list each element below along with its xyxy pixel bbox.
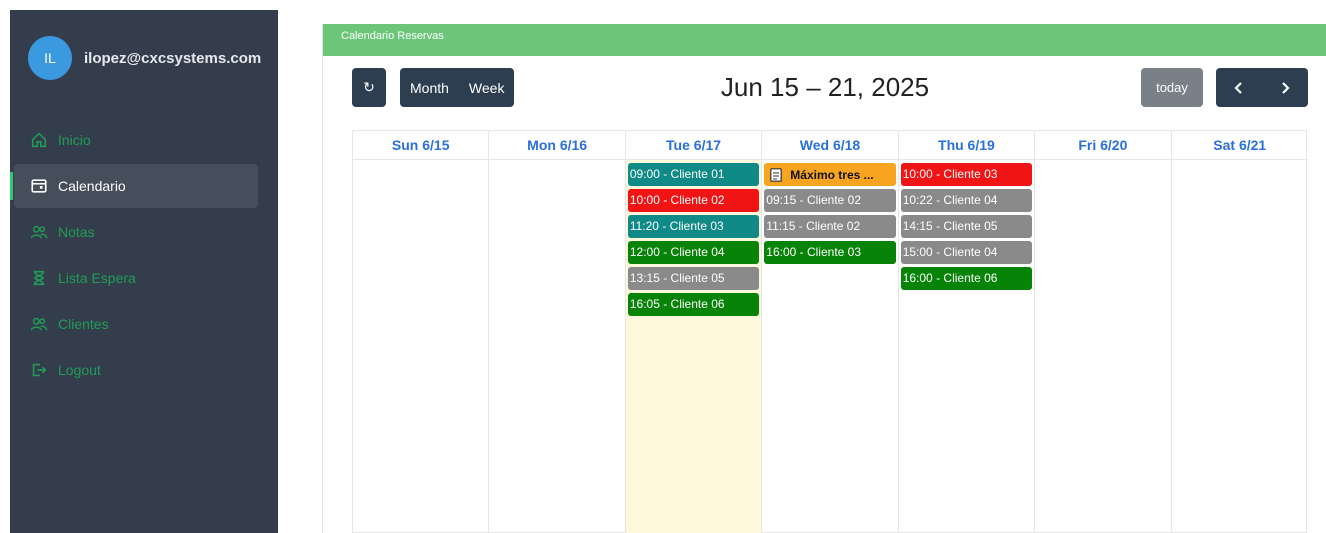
event-label: 09:00 - Cliente 01: [629, 167, 725, 181]
day-header[interactable]: Mon 6/16: [489, 131, 625, 160]
calendar-event[interactable]: 12:00 - Cliente 04: [627, 241, 760, 264]
prev-button[interactable]: [1216, 68, 1262, 107]
day-header[interactable]: Sat 6/21: [1171, 131, 1308, 160]
user-email: ilopez@cxcsystems.com: [84, 49, 262, 67]
calendar-toolbar: ↻ Month Week Jun 15 – 21, 2025 today: [323, 56, 1326, 122]
event-label: 10:00 - Cliente 02: [629, 193, 725, 207]
day-header[interactable]: Wed 6/18: [762, 131, 898, 160]
calendar-card: Calendario Reservas ↻ Month Week Jun 15 …: [322, 24, 1326, 533]
hourglass-icon: [30, 269, 48, 287]
day-column[interactable]: Tue 6/17 09:00 - Cliente 01 10:00 - Client…: [625, 131, 763, 533]
users-icon: [30, 223, 48, 241]
day-column[interactable]: Fri 6/20: [1035, 131, 1172, 533]
logout-icon: [30, 361, 48, 379]
day-body[interactable]: [489, 160, 624, 533]
day-header[interactable]: Tue 6/17: [625, 131, 762, 160]
app-root: IL ilopez@cxcsystems.com Inicio Calendar…: [0, 0, 1326, 533]
chevron-right-icon: [1282, 81, 1290, 94]
day-column[interactable]: Wed 6/18 Máximo tres ... 09:15 - Cliente 0…: [762, 131, 899, 533]
week-calendar-grid: Sun 6/15 Mon 6/16 Tue 6/17 09:00 - Cliente …: [352, 130, 1308, 533]
calendar-event[interactable]: 11:15 - Cliente 02: [764, 215, 896, 238]
event-label: 10:22 - Cliente 04: [902, 193, 998, 207]
calendar-event[interactable]: 10:00 - Cliente 02: [627, 189, 760, 212]
sidebar-item-calendario[interactable]: Calendario: [10, 164, 258, 208]
day-body[interactable]: 09:00 - Cliente 01 10:00 - Cliente 02 11:2…: [625, 160, 762, 533]
sidebar-item-logout[interactable]: Logout: [10, 348, 278, 392]
sidebar-item-label: Logout: [58, 362, 101, 378]
sidebar-item-label: Calendario: [58, 178, 126, 194]
day-body[interactable]: [353, 160, 488, 533]
calendar-event[interactable]: 09:15 - Cliente 02: [764, 189, 896, 212]
day-column[interactable]: Sun 6/15: [353, 131, 490, 533]
event-label: 09:15 - Cliente 02: [766, 193, 862, 207]
day-column[interactable]: Thu 6/19 10:00 - Cliente 03 10:22 - Client…: [898, 131, 1036, 533]
avatar[interactable]: IL: [28, 36, 72, 80]
event-label: 16:00 - Cliente 03: [766, 245, 862, 259]
calendar-event[interactable]: 13:15 - Cliente 05: [627, 267, 760, 290]
day-header[interactable]: Fri 6/20: [1035, 131, 1171, 160]
sidebar-item-label: Lista Espera: [58, 270, 136, 286]
calendar-icon: [30, 177, 48, 195]
day-column[interactable]: Sat 6/21: [1171, 131, 1308, 533]
calendar-event[interactable]: 15:00 - Cliente 04: [900, 241, 1033, 264]
calendar-event[interactable]: 10:22 - Cliente 04: [900, 189, 1033, 212]
calendar-event[interactable]: 16:00 - Cliente 06: [900, 267, 1033, 290]
card-header: Calendario Reservas: [323, 24, 1326, 56]
calendar-event[interactable]: 10:00 - Cliente 03: [900, 163, 1033, 186]
day-column[interactable]: Mon 6/16: [489, 131, 626, 533]
day-body[interactable]: Máximo tres ... 09:15 - Cliente 02 11:15 -…: [762, 160, 897, 533]
event-label: 14:15 - Cliente 05: [902, 219, 998, 233]
sidebar-item-lista-espera[interactable]: Lista Espera: [10, 256, 278, 300]
sidebar-item-inicio[interactable]: Inicio: [10, 118, 278, 162]
users-icon: [30, 315, 48, 333]
prev-next-group: [1216, 68, 1308, 107]
event-label: 16:05 - Cliente 06: [629, 297, 725, 311]
event-label: 16:00 - Cliente 06: [902, 271, 998, 285]
day-body[interactable]: 10:00 - Cliente 03 10:22 - Cliente 04 14:1…: [899, 160, 1034, 533]
sidebar-item-label: Inicio: [58, 132, 91, 148]
chevron-left-icon: [1234, 81, 1242, 94]
event-label: 12:00 - Cliente 04: [629, 245, 725, 259]
calendar-event[interactable]: 09:00 - Cliente 01: [627, 163, 760, 186]
event-label: 11:15 - Cliente 02: [766, 219, 861, 233]
next-button[interactable]: [1262, 68, 1308, 107]
day-body[interactable]: [1035, 160, 1170, 533]
event-label: 10:00 - Cliente 03: [902, 167, 998, 181]
calendar-event[interactable]: 14:15 - Cliente 05: [900, 215, 1033, 238]
note-icon: [770, 167, 783, 182]
day-body[interactable]: [1172, 160, 1308, 533]
calendar-event[interactable]: 16:00 - Cliente 03: [764, 241, 896, 264]
sidebar-item-label: Notas: [58, 224, 95, 240]
user-profile[interactable]: IL ilopez@cxcsystems.com: [28, 36, 261, 80]
sidebar-item-notas[interactable]: Notas: [10, 210, 278, 254]
sidebar-item-label: Clientes: [58, 316, 109, 332]
sidebar-nav: Inicio Calendario Notas Lista Espera Cli…: [10, 118, 278, 394]
event-label: 15:00 - Cliente 04: [902, 245, 998, 259]
calendar-event[interactable]: 11:20 - Cliente 03: [627, 215, 760, 238]
home-icon: [30, 131, 48, 149]
calendar-event[interactable]: 16:05 - Cliente 06: [627, 293, 760, 316]
event-label: 13:15 - Cliente 05: [629, 271, 725, 285]
event-label: 11:20 - Cliente 03: [629, 219, 724, 233]
note-event[interactable]: Máximo tres ...: [764, 163, 896, 186]
sidebar-item-clientes[interactable]: Clientes: [10, 302, 278, 346]
event-label: Máximo tres ...: [790, 167, 874, 182]
today-button[interactable]: today: [1141, 68, 1203, 107]
day-header[interactable]: Sun 6/15: [353, 131, 489, 160]
day-header[interactable]: Thu 6/19: [898, 131, 1035, 160]
sidebar: IL ilopez@cxcsystems.com Inicio Calendar…: [10, 10, 278, 533]
